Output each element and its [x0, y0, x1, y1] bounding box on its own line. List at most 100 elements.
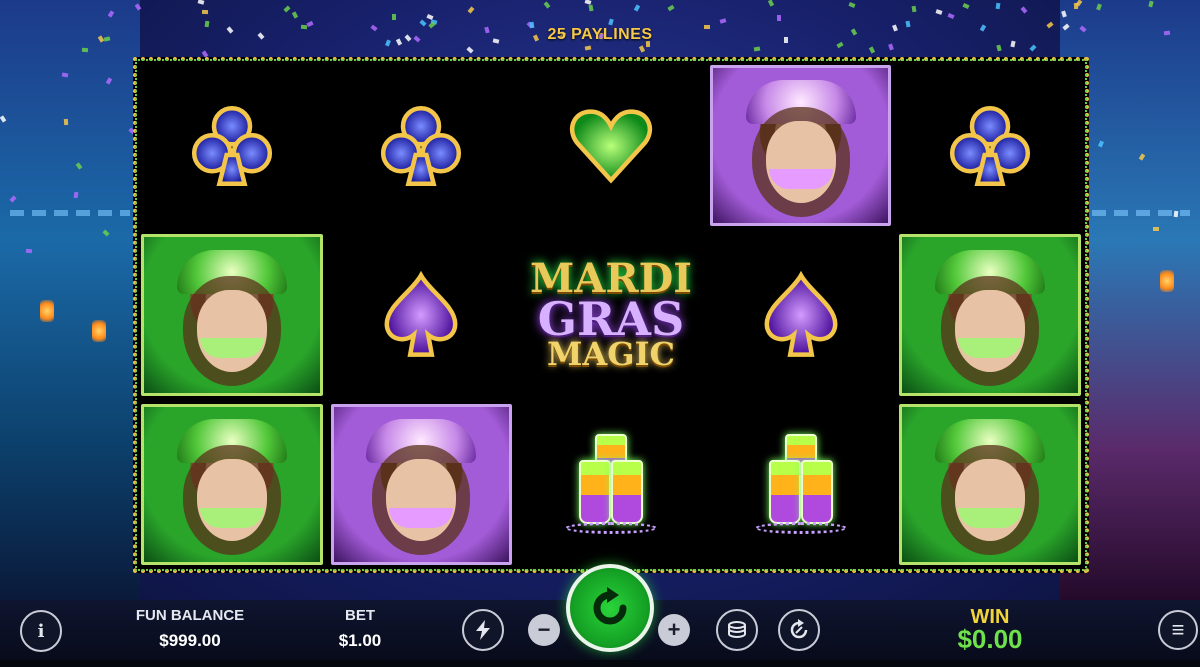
spade-purple-icon	[376, 270, 466, 360]
face	[196, 290, 267, 373]
confetti-piece	[1073, 3, 1079, 10]
confetti-piece	[1152, 227, 1159, 232]
green-carnival-girl-icon	[899, 403, 1081, 565]
confetti-piece	[947, 12, 955, 19]
headdress	[745, 80, 856, 125]
reel-5-row-3	[895, 400, 1085, 569]
reel-frame: MARDI GRAS MAGIC	[133, 57, 1089, 573]
confetti-piece	[935, 9, 943, 15]
confetti-piece	[633, 4, 640, 12]
confetti-piece	[753, 46, 760, 52]
beads	[564, 522, 657, 535]
face	[955, 290, 1026, 373]
reel-1-row-1	[137, 61, 327, 230]
spin-arrow-icon	[593, 587, 627, 625]
turbo-button[interactable]	[462, 609, 504, 651]
face	[196, 459, 267, 542]
shot-glass	[610, 460, 643, 525]
confetti-piece	[607, 18, 614, 26]
increase-bet-button[interactable]: +	[658, 614, 690, 646]
street-lamp-left-2	[92, 320, 106, 342]
reel-2-row-2	[327, 230, 517, 399]
reel-4-row-2	[706, 230, 896, 399]
confetti-piece	[777, 15, 782, 22]
menu-button[interactable]: ≡	[1158, 610, 1198, 650]
reel-4-row-3	[706, 400, 896, 569]
confetti-piece	[719, 18, 727, 24]
confetti-piece	[588, 4, 595, 12]
reel-3-row-1	[516, 61, 706, 230]
confetti-piece	[1173, 210, 1179, 217]
headdress	[366, 419, 477, 464]
headdress	[935, 249, 1046, 294]
decrease-bet-button[interactable]: −	[528, 614, 560, 646]
footer-strip	[0, 660, 1200, 667]
reel-5-row-2	[895, 230, 1085, 399]
confetti-piece	[467, 6, 475, 14]
info-button[interactable]: i	[20, 610, 62, 652]
necklace	[958, 507, 1023, 528]
confetti-piece	[197, 0, 204, 5]
beads	[754, 522, 847, 535]
confetti-piece	[768, 0, 775, 7]
face	[765, 120, 836, 203]
confetti-piece	[638, 45, 646, 53]
spade-purple-icon	[756, 270, 846, 360]
shot-glass	[768, 460, 801, 525]
club-blue-icon	[945, 101, 1035, 191]
confetti-piece	[283, 5, 291, 13]
bet-value: $1.00	[338, 631, 382, 650]
mardi-gras-magic-logo: MARDI GRAS MAGIC	[530, 258, 692, 373]
spin-button[interactable]	[566, 564, 654, 652]
club-blue-icon	[187, 101, 277, 191]
minus-icon: −	[537, 617, 551, 642]
necklace	[199, 507, 264, 528]
club-blue-icon	[376, 101, 466, 191]
confetti-piece	[962, 3, 970, 10]
confetti-piece	[888, 43, 894, 51]
fun-balance-label: FUN BALANCE	[135, 607, 245, 624]
confetti-piece	[584, 45, 592, 51]
purple-carnival-girl-icon	[330, 403, 513, 565]
reel-5-row-1	[895, 61, 1085, 230]
purple-carnival-girl-icon	[709, 65, 892, 227]
layered-shots-icon	[561, 434, 661, 535]
green-carnival-girl-icon	[141, 234, 323, 396]
street-lamp-left	[40, 300, 54, 322]
plus-icon: +	[667, 617, 681, 642]
reel-grid: MARDI GRAS MAGIC	[137, 61, 1085, 569]
confetti-piece	[466, 46, 474, 54]
headdress	[176, 249, 287, 294]
confetti-piece	[584, 0, 592, 5]
face	[386, 459, 457, 542]
confetti-piece	[848, 2, 856, 9]
confetti-piece	[543, 1, 551, 9]
bet-label: BET	[345, 607, 375, 624]
shot-glass	[800, 460, 833, 525]
coins-button[interactable]	[716, 609, 758, 651]
menu-icon: ≡	[1171, 617, 1185, 642]
logo-line-2: GRAS	[537, 291, 685, 346]
necklace	[768, 169, 833, 190]
face	[955, 459, 1026, 542]
lightning-icon	[476, 620, 490, 640]
autoplay-button[interactable]	[778, 609, 820, 651]
reel-2-row-1	[327, 61, 517, 230]
reel-3-row-2: MARDI GRAS MAGIC	[516, 230, 706, 399]
confetti-piece	[995, 2, 1001, 10]
autoplay-icon	[790, 619, 808, 639]
fun-balance-value: $999.00	[159, 631, 221, 650]
coins-icon	[728, 621, 746, 638]
reel-3-row-3	[516, 400, 706, 569]
confetti-piece	[63, 119, 69, 126]
green-carnival-girl-icon	[899, 234, 1081, 396]
headdress	[176, 419, 287, 464]
shot-glass	[578, 460, 611, 525]
necklace	[389, 507, 454, 528]
confetti-piece	[1029, 44, 1037, 52]
street-lamp-right	[1160, 270, 1174, 292]
logo-line-3: MAGIC	[546, 334, 675, 373]
confetti-piece	[911, 5, 917, 13]
background-street-left	[0, 0, 140, 600]
green-carnival-girl-icon	[141, 403, 323, 565]
